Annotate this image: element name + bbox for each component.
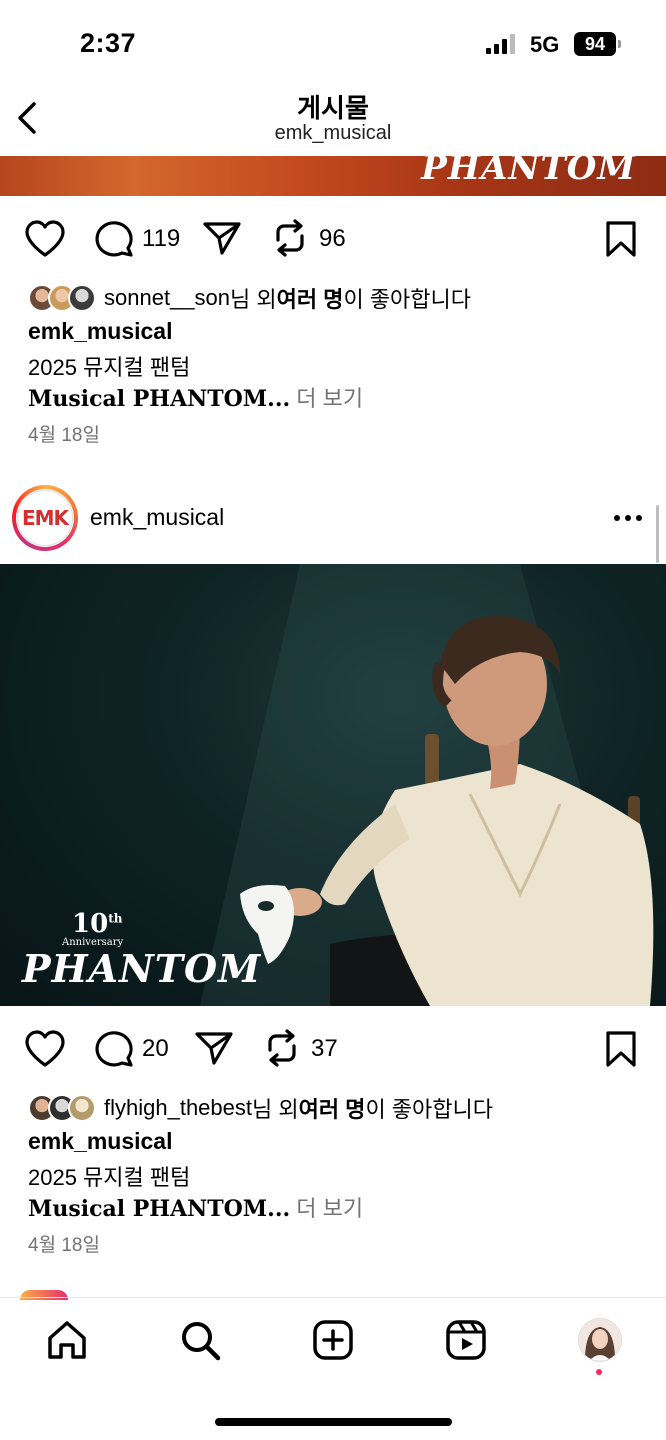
liked-by-others[interactable]: 여러 명	[277, 282, 344, 314]
photo-logo-title: PHANTOM	[22, 946, 262, 991]
more-link[interactable]: 더 보기	[290, 386, 363, 411]
post-username[interactable]: emk_musical	[90, 504, 224, 531]
home-icon[interactable]	[45, 1318, 89, 1362]
repost-count: 96	[319, 225, 346, 252]
post-avatar[interactable]: EMK	[16, 489, 74, 547]
repost-icon[interactable]	[264, 1028, 300, 1068]
photo-logo-number: 10th	[72, 909, 122, 939]
network-type: 5G	[530, 32, 560, 57]
post-date: 4월 18일	[28, 1235, 100, 1256]
logo-suffix: th	[108, 911, 123, 926]
send-icon[interactable]	[202, 220, 242, 256]
caption-line: 2025 뮤지컬 팬텀	[28, 355, 191, 380]
nav-divider	[0, 1297, 666, 1298]
avatar	[68, 1094, 96, 1122]
post-image[interactable]: 10th Anniversary PHANTOM	[0, 564, 666, 1006]
liked-by-text-end: 이 좋아합니다	[343, 287, 471, 312]
caption-line-bold: Musical PHANTOM... 더 보기	[28, 381, 363, 413]
caption-line-bold: Musical PHANTOM... 더 보기	[28, 1191, 363, 1223]
caption-text: Musical PHANTOM...	[28, 386, 291, 412]
profile-avatar[interactable]	[578, 1318, 622, 1362]
logo-number: 10	[72, 909, 109, 939]
caption-text: Musical PHANTOM...	[28, 1196, 291, 1222]
send-icon[interactable]	[194, 1030, 234, 1066]
strip-logo: PHANTOM	[421, 156, 636, 188]
comment-icon[interactable]	[94, 1030, 134, 1068]
reels-icon[interactable]	[444, 1318, 488, 1362]
comment-count: 119	[142, 225, 181, 252]
home-indicator	[215, 1418, 452, 1426]
liked-by-text: 님 외	[252, 1097, 299, 1122]
profile-avatar-image	[579, 1319, 621, 1361]
repost-count: 37	[311, 1035, 338, 1062]
liked-by-username[interactable]: flyhigh_thebest	[104, 1095, 252, 1121]
post-author[interactable]: emk_musical	[28, 1128, 172, 1155]
avatar	[68, 284, 96, 312]
post-date: 4월 18일	[28, 425, 100, 446]
battery-level: 94	[574, 32, 616, 56]
notification-dot	[596, 1369, 602, 1375]
comment-icon[interactable]	[94, 220, 134, 258]
post-author[interactable]: emk_musical	[28, 318, 172, 345]
more-link[interactable]: 더 보기	[290, 1196, 363, 1221]
more-options-icon[interactable]	[612, 508, 644, 528]
liked-by-text-end: 이 좋아합니다	[365, 1097, 493, 1122]
liked-by-username[interactable]: sonnet__son	[104, 285, 230, 311]
page-title: 게시물	[297, 93, 369, 123]
status-time: 2:37	[80, 28, 137, 58]
liked-by-row[interactable]: sonnet__son 님 외 여러 명이 좋아합니다	[28, 282, 471, 314]
caption-line: 2025 뮤지컬 팬텀	[28, 1165, 191, 1190]
heart-icon[interactable]	[24, 220, 66, 258]
next-post-avatar-peek	[20, 1290, 68, 1300]
signal-icon	[486, 34, 515, 54]
bookmark-icon[interactable]	[604, 220, 638, 258]
search-icon[interactable]	[178, 1318, 222, 1362]
liker-avatars	[28, 1094, 96, 1122]
avatar-logo: EMK	[17, 490, 73, 546]
bookmark-icon[interactable]	[604, 1030, 638, 1068]
create-icon[interactable]	[311, 1318, 355, 1362]
liked-by-row[interactable]: flyhigh_thebest 님 외 여러 명이 좋아합니다	[28, 1092, 493, 1124]
liked-by-others[interactable]: 여러 명	[299, 1092, 366, 1124]
liker-avatars	[28, 284, 96, 312]
post-image-previous[interactable]: PHANTOM	[0, 156, 666, 196]
comment-count: 20	[142, 1035, 169, 1062]
page-subtitle: emk_musical	[274, 122, 392, 144]
heart-icon[interactable]	[24, 1030, 66, 1068]
repost-icon[interactable]	[272, 218, 308, 258]
scrollbar[interactable]	[656, 505, 659, 563]
battery-icon	[618, 40, 621, 48]
liked-by-text: 님 외	[230, 287, 277, 312]
